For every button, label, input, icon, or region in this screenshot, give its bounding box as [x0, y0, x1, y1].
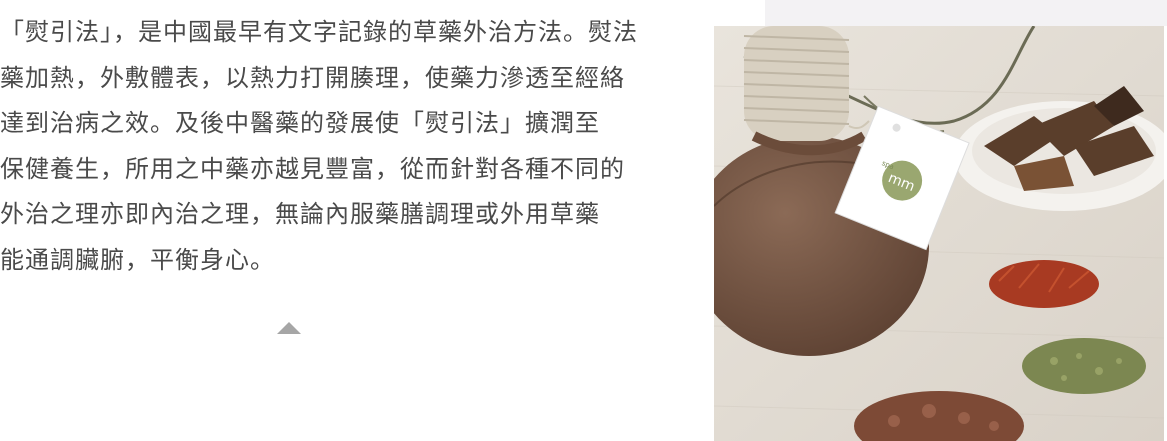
article-line: 能通調臟腑，平衡身心。: [0, 245, 275, 274]
triangle-up-icon: [277, 322, 301, 334]
article-line: 達到治病之效。及後中醫藥的發展使「熨引法」擴潤至: [0, 109, 600, 137]
herbal-compress-illustration: mm spa: [714, 26, 1164, 441]
article-line: 外治之理亦即內治之理，無論內服藥膳調理或外用草藥: [0, 200, 600, 228]
article-line: 「熨引法」，是中國最早有文字記錄的草藥外治方法。熨法: [0, 18, 638, 46]
header-strip: [765, 0, 1167, 26]
herbal-compress-photo: mm spa: [714, 26, 1164, 441]
page: 「熨引法」，是中國最早有文字記錄的草藥外治方法。熨法 藥加熱，外敷體表，以熱力打…: [0, 0, 1167, 441]
article-line: 保健養生，所用之中藥亦越見豐富，從而針對各種不同的: [0, 154, 625, 183]
article-line: 藥加熱，外敷體表，以熱力打開腠理，使藥力滲透至經絡: [0, 63, 625, 92]
article-paragraph: 「熨引法」，是中國最早有文字記錄的草藥外治方法。熨法 藥加熱，外敷體表，以熱力打…: [0, 10, 700, 283]
scroll-to-top-button[interactable]: [275, 319, 303, 339]
